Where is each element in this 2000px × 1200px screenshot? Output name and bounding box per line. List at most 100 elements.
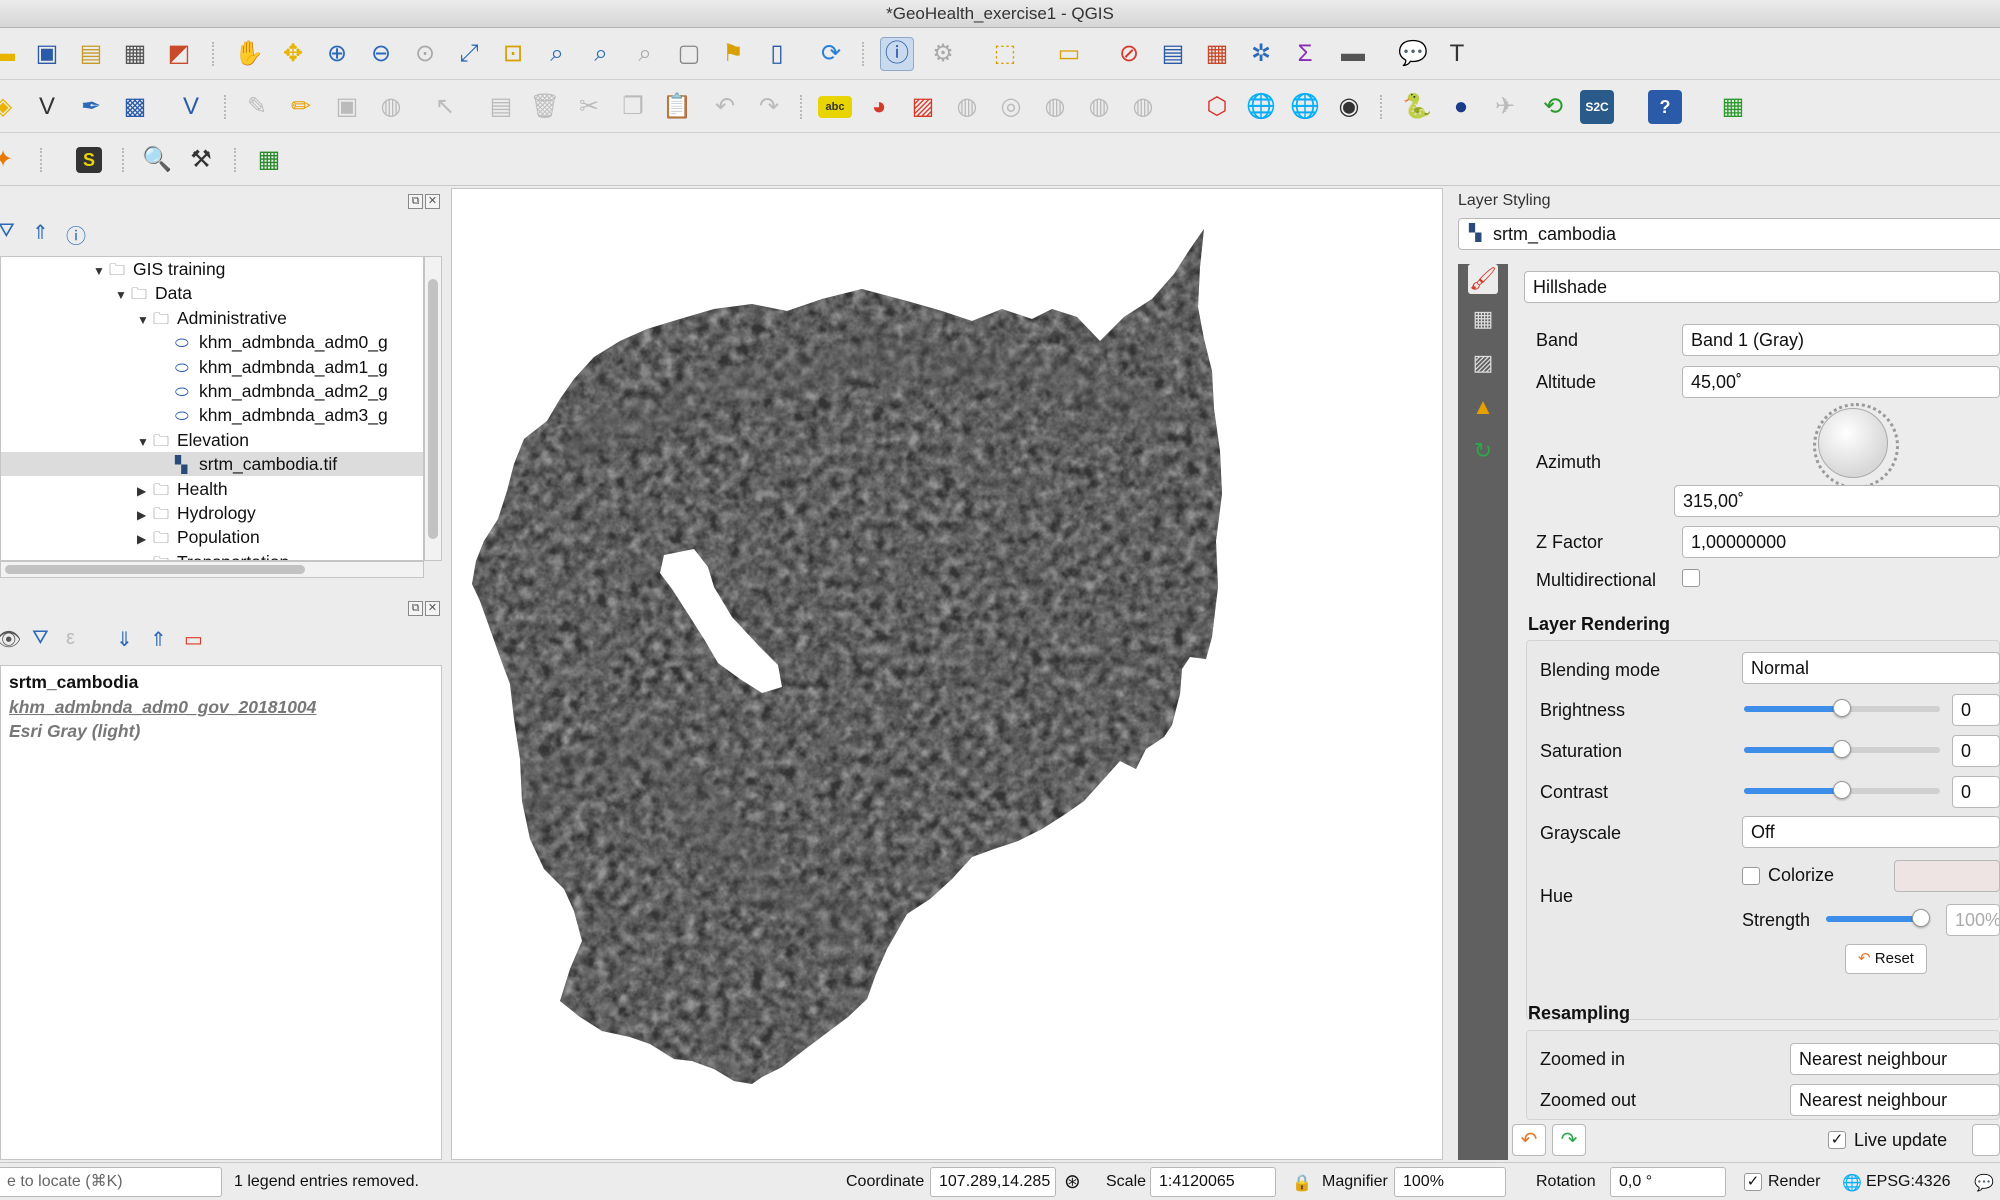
azimuth-spinbox[interactable]: 315,00˚: [1674, 485, 2000, 517]
live-update-checkbox[interactable]: ✓: [1828, 1131, 1846, 1149]
rotate-label-icon[interactable]: ◍: [1082, 90, 1116, 124]
azimuth-dial[interactable]: [1813, 403, 1899, 489]
expanded-arrow-icon[interactable]: ▼: [137, 430, 153, 454]
show-labels-icon[interactable]: ◍: [950, 90, 984, 124]
change-label-icon[interactable]: ◍: [1126, 90, 1160, 124]
pan-to-selection-icon[interactable]: ✥: [276, 37, 310, 71]
reset-button[interactable]: ↶ Reset: [1845, 944, 1927, 974]
zoomed-in-select[interactable]: Nearest neighbour: [1790, 1043, 2000, 1075]
search-layer-icon[interactable]: 🌐: [1288, 90, 1322, 124]
tree-item[interactable]: ▼ 🗀 Administrative: [137, 306, 287, 330]
text-annotation-icon[interactable]: T: [1440, 37, 1474, 71]
select-by-value-icon[interactable]: ▭: [1052, 37, 1086, 71]
zoom-to-layer-icon[interactable]: ⌕: [540, 37, 574, 71]
refresh-icon[interactable]: ⟳: [814, 37, 848, 71]
deselect-all-icon[interactable]: ⊘: [1112, 37, 1146, 71]
attribute-table-icon[interactable]: ▤: [1156, 37, 1190, 71]
locator-input[interactable]: e to locate (⌘K): [0, 1167, 222, 1197]
altitude-spinbox[interactable]: 45,00˚: [1682, 366, 2000, 398]
processing-toolbox-icon[interactable]: ✲: [1244, 37, 1278, 71]
toggle-editing-icon[interactable]: ✎: [240, 90, 274, 124]
band-select[interactable]: Band 1 (Gray): [1682, 324, 2000, 356]
collapsed-arrow-icon[interactable]: ▶: [137, 552, 153, 560]
expanded-arrow-icon[interactable]: ▼: [93, 259, 109, 283]
cut-icon[interactable]: ✂: [572, 90, 606, 124]
zoom-native-icon[interactable]: ⊙: [408, 37, 442, 71]
tree-item[interactable]: ▶🗀Transportation: [137, 550, 289, 560]
expanded-arrow-icon[interactable]: ▼: [115, 283, 131, 307]
map-canvas[interactable]: [451, 188, 1443, 1160]
tree-item[interactable]: ⬭ khm_admbnda_adm2_g: [159, 379, 388, 403]
sync-plugin-icon[interactable]: ⟲: [1536, 90, 1570, 124]
snippets-icon[interactable]: S: [76, 147, 102, 173]
tree-item[interactable]: ▼ 🗀 Elevation: [137, 428, 249, 452]
filter-icon[interactable]: ⛛: [0, 220, 15, 243]
python-console-icon[interactable]: 🐍: [1400, 90, 1434, 124]
layer-item[interactable]: khm_admbnda_adm0_gov_20181004: [9, 695, 316, 719]
tree-item[interactable]: ⬭ khm_admbnda_adm3_g: [159, 403, 388, 427]
blending-mode-select[interactable]: Normal: [1742, 652, 2000, 684]
select-features-icon[interactable]: ⬚: [988, 37, 1022, 71]
globe-icon[interactable]: ●: [1444, 90, 1478, 124]
histogram-tab-icon[interactable]: ▨: [1468, 348, 1498, 378]
new-print-layout-icon[interactable]: ▤: [74, 37, 108, 71]
actions-icon[interactable]: ⚙: [926, 37, 960, 71]
identify-features-icon[interactable]: ⓘ: [880, 37, 914, 71]
tools-icon[interactable]: ⚒: [184, 143, 218, 177]
history-tab-icon[interactable]: ↻: [1468, 436, 1498, 466]
highlight-labels-icon[interactable]: ◎: [994, 90, 1028, 124]
save-project-icon[interactable]: ▣: [30, 37, 64, 71]
info-icon[interactable]: ⓘ: [66, 220, 86, 249]
tree-item[interactable]: ⬭ khm_admbnda_adm0_g: [159, 330, 388, 354]
collapsed-arrow-icon[interactable]: ▶: [137, 503, 153, 527]
digitize-icon[interactable]: ✒: [74, 90, 108, 124]
save-edits-icon[interactable]: ▣: [330, 90, 364, 124]
pencil-icon[interactable]: ✏: [284, 90, 318, 124]
browser-horizontal-scrollbar[interactable]: [0, 561, 424, 578]
tree-item[interactable]: ⬭ khm_admbnda_adm1_g: [159, 355, 388, 379]
render-checkbox[interactable]: ✓: [1744, 1173, 1762, 1191]
plugin-manager-icon[interactable]: ✈: [1488, 90, 1522, 124]
diagram-icon[interactable]: ◕: [862, 90, 896, 124]
help-icon[interactable]: ?: [1648, 90, 1682, 124]
zoomed-out-select[interactable]: Nearest neighbour: [1790, 1084, 2000, 1116]
undo-icon[interactable]: ↶: [708, 90, 742, 124]
browser-vertical-scrollbar[interactable]: [424, 256, 442, 561]
show-bookmarks-icon[interactable]: ▯: [760, 37, 794, 71]
tree-item[interactable]: ▶ 🗀 Health: [137, 477, 228, 501]
strength-slider[interactable]: [1826, 909, 1930, 927]
new-shapefile-icon[interactable]: V: [30, 90, 64, 124]
rotation-spinbox[interactable]: 0,0 °: [1610, 1167, 1726, 1197]
measure-line-icon[interactable]: ▬: [1336, 37, 1370, 71]
edit-attributes-icon[interactable]: ▤: [484, 90, 518, 124]
layer-item[interactable]: Esri Gray (light): [9, 719, 140, 743]
expanded-arrow-icon[interactable]: ▼: [137, 308, 153, 332]
open-project-icon[interactable]: ▬: [0, 37, 20, 71]
saturation-slider[interactable]: [1744, 740, 1940, 758]
redo-style-button[interactable]: ↷: [1552, 1124, 1586, 1156]
contrast-spinbox[interactable]: 0: [1952, 776, 2000, 808]
remove-layer-icon[interactable]: ▭: [184, 627, 203, 652]
map-tips-icon[interactable]: 💬: [1396, 37, 1430, 71]
s2c-plugin-icon[interactable]: S2C: [1580, 90, 1614, 124]
tree-item[interactable]: ▼ 🗀 Data: [115, 281, 192, 305]
zoom-in-icon[interactable]: ⊕: [320, 37, 354, 71]
float-icon[interactable]: ⧉: [408, 601, 423, 616]
add-feature-icon[interactable]: ◍: [374, 90, 408, 124]
collapse-all-icon[interactable]: ⇑: [32, 220, 49, 245]
toggle-extents-icon[interactable]: ⊛: [1064, 1169, 1081, 1194]
search-plugin-icon[interactable]: 🔍: [140, 143, 174, 177]
strength-spinbox[interactable]: 100%: [1946, 904, 2000, 936]
zfactor-spinbox[interactable]: 1,00000000: [1682, 526, 2000, 558]
float-icon[interactable]: ⧉: [408, 194, 423, 209]
magnifier-spinbox[interactable]: 100%: [1394, 1167, 1506, 1197]
wand-icon[interactable]: ✦: [0, 143, 20, 177]
zoom-out-icon[interactable]: ⊖: [364, 37, 398, 71]
saturation-spinbox[interactable]: 0: [1952, 735, 2000, 767]
zoom-last-icon[interactable]: ⌕: [584, 37, 618, 71]
renderer-type-select[interactable]: Hillshade: [1524, 271, 2000, 303]
pan-icon[interactable]: ✋: [232, 37, 266, 71]
metasearch-icon[interactable]: ◉: [1332, 90, 1366, 124]
new-map-view-icon[interactable]: ▢: [672, 37, 706, 71]
contrast-slider[interactable]: [1744, 781, 1940, 799]
